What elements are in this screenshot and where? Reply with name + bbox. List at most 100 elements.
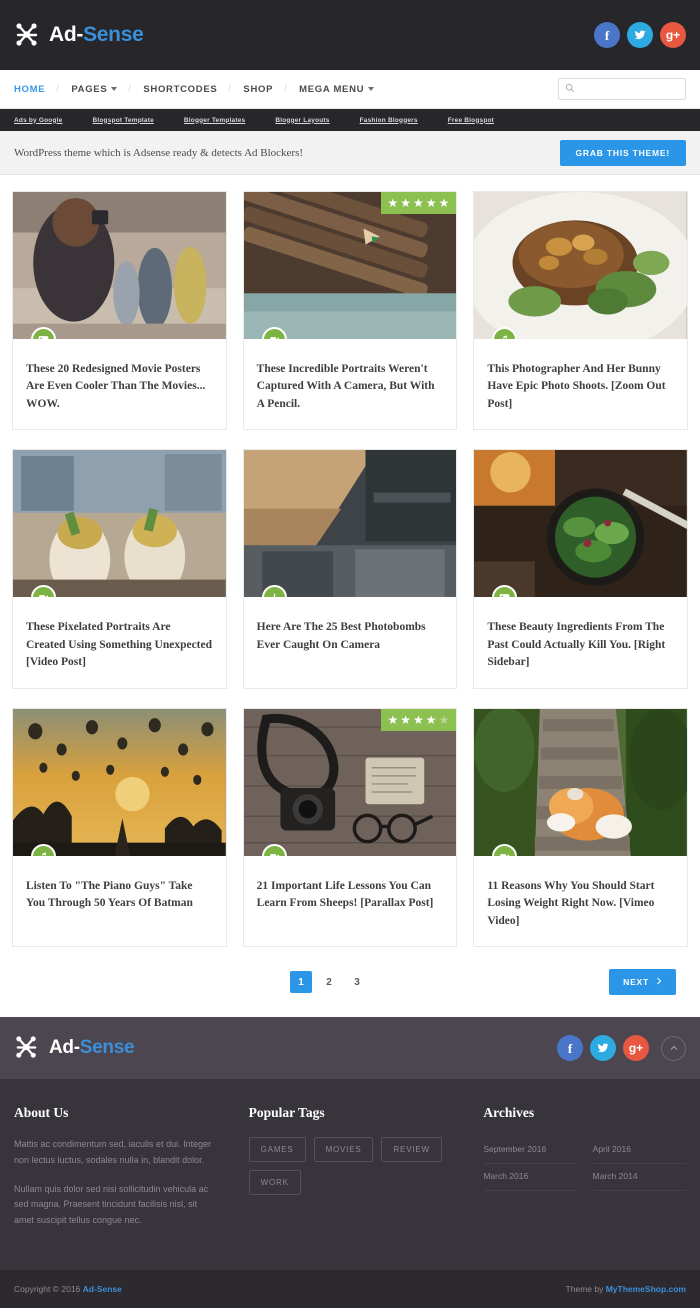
nav-item-home[interactable]: HOME bbox=[14, 84, 58, 95]
ad-link-label[interactable]: Ads by Google bbox=[14, 117, 62, 124]
post-thumbnail[interactable] bbox=[474, 450, 687, 598]
archive-item[interactable]: April 2016 bbox=[592, 1137, 686, 1165]
site-logo[interactable]: Ad-Sense bbox=[14, 22, 144, 48]
widget-popular-tags: Popular Tags GAMES MOVIES REVIEW WORK bbox=[248, 1105, 452, 1242]
nav-menu: HOME PAGES SHORTCODES SHOP MEGA MENU bbox=[14, 84, 387, 95]
footer-logo-prefix: Ad- bbox=[49, 1037, 80, 1059]
post-title[interactable]: 11 Reasons Why You Should Start Losing W… bbox=[487, 878, 674, 930]
star-icon-empty: ★ bbox=[438, 712, 450, 727]
thumbnail-image bbox=[474, 192, 687, 339]
post-card-body: These Beauty Ingredients From The Past C… bbox=[474, 597, 687, 687]
tag-list: GAMES MOVIES REVIEW WORK bbox=[248, 1137, 452, 1196]
tag-item[interactable]: GAMES bbox=[248, 1137, 306, 1163]
footer-logo-text: Ad-Sense bbox=[49, 1037, 135, 1059]
ad-link-label[interactable]: Free Blogspot bbox=[448, 117, 494, 124]
tag-item[interactable]: REVIEW bbox=[381, 1137, 442, 1163]
archive-item[interactable]: September 2016 bbox=[483, 1137, 577, 1165]
footer-social-links: f g+ bbox=[557, 1035, 686, 1062]
post-title[interactable]: Here Are The 25 Best Photobombs Ever Cau… bbox=[257, 619, 444, 654]
grab-theme-button[interactable]: GRAB THIS THEME! bbox=[559, 139, 686, 166]
ad-link-label[interactable]: Blogger Layouts bbox=[275, 117, 329, 124]
logo-text: Ad-Sense bbox=[49, 23, 144, 47]
tag-item[interactable]: WORK bbox=[248, 1170, 301, 1196]
search-icon bbox=[565, 80, 575, 98]
post-card-body: These 20 Redesigned Movie Posters Are Ev… bbox=[13, 339, 226, 429]
copyright-text: Copyright © 2016 Ad-Sense bbox=[14, 1284, 122, 1294]
post-thumbnail[interactable] bbox=[13, 450, 226, 598]
nav-item-label: PAGES bbox=[71, 83, 108, 95]
star-rating: ★ ★ ★ ★ ★ bbox=[380, 192, 457, 214]
post-card[interactable]: 11 Reasons Why You Should Start Losing W… bbox=[473, 707, 688, 948]
footer-logo[interactable]: Ad-Sense bbox=[14, 1035, 135, 1061]
twitter-icon[interactable] bbox=[590, 1035, 616, 1062]
thumbnail-image bbox=[243, 450, 457, 598]
post-title[interactable]: 21 Important Life Lessons You Can Learn … bbox=[257, 878, 444, 913]
post-title[interactable]: Listen To "The Piano Guys" Take You Thro… bbox=[26, 878, 213, 913]
search-box[interactable] bbox=[558, 78, 686, 100]
google-plus-icon[interactable]: g+ bbox=[660, 22, 686, 48]
post-thumbnail[interactable] bbox=[474, 708, 687, 856]
credit-prefix: Theme by bbox=[565, 1283, 606, 1294]
main-navigation: HOME PAGES SHORTCODES SHOP MEGA MENU bbox=[0, 70, 700, 109]
google-ads-bar: Ads by Google Blogspot Template Blogger … bbox=[0, 109, 700, 131]
post-title[interactable]: These Incredible Portraits Weren't Captu… bbox=[257, 361, 444, 413]
post-title[interactable]: These 20 Redesigned Movie Posters Are Ev… bbox=[26, 361, 213, 413]
page-number-2[interactable]: 2 bbox=[318, 971, 340, 993]
post-card[interactable]: These Pixelated Portraits Are Created Us… bbox=[12, 449, 227, 689]
post-title[interactable]: This Photographer And Her Bunny Have Epi… bbox=[487, 361, 674, 413]
thumbnail-image bbox=[13, 708, 226, 856]
facebook-icon[interactable]: f bbox=[594, 22, 620, 48]
site-header: Ad-Sense f g+ bbox=[0, 0, 700, 70]
chevron-down-icon bbox=[368, 87, 375, 91]
nav-item-shop[interactable]: SHOP bbox=[230, 84, 286, 95]
ad-link-label[interactable]: Blogspot Template bbox=[92, 117, 153, 124]
post-card[interactable]: ★ ★ ★ ★ ★ These Incredible Portraits Wer… bbox=[242, 191, 458, 431]
archive-item[interactable]: March 2014 bbox=[592, 1164, 686, 1192]
star-icon: ★ bbox=[400, 712, 412, 727]
post-card[interactable]: These Beauty Ingredients From The Past C… bbox=[473, 449, 688, 689]
copyright-brand-link[interactable]: Ad-Sense bbox=[83, 1284, 122, 1294]
nav-item-pages[interactable]: PAGES bbox=[58, 84, 130, 95]
next-page-button[interactable]: NEXT bbox=[609, 969, 676, 996]
footer-widgets: About Us Mattis ac condimentum sed, iacu… bbox=[0, 1079, 700, 1270]
post-title[interactable]: These Beauty Ingredients From The Past C… bbox=[487, 619, 674, 671]
theme-credit: Theme by MyThemeShop.com bbox=[566, 1284, 686, 1294]
archive-item[interactable]: March 2016 bbox=[483, 1164, 577, 1192]
post-thumbnail[interactable] bbox=[13, 708, 226, 856]
star-icon: ★ bbox=[425, 712, 437, 727]
tag-item[interactable]: MOVIES bbox=[313, 1137, 374, 1163]
page-number-3[interactable]: 3 bbox=[346, 971, 368, 993]
post-card[interactable]: This Photographer And Her Bunny Have Epi… bbox=[473, 191, 688, 431]
page-number-1[interactable]: 1 bbox=[290, 971, 312, 994]
thumbnail-image bbox=[243, 708, 457, 856]
nav-item-mega-menu[interactable]: MEGA MENU bbox=[286, 84, 387, 95]
ad-link-label[interactable]: Blogger Templates bbox=[184, 117, 245, 124]
nav-item-shortcodes[interactable]: SHORTCODES bbox=[130, 84, 230, 95]
twitter-icon[interactable] bbox=[627, 22, 653, 48]
post-grid: These 20 Redesigned Movie Posters Are Ev… bbox=[12, 191, 688, 948]
copyright-prefix: Copyright © 2016 bbox=[14, 1283, 83, 1294]
post-thumbnail[interactable]: ★ ★ ★ ★ ★ bbox=[243, 708, 457, 856]
header-social-links: f g+ bbox=[594, 22, 686, 48]
page-root: Ad-Sense f g+ HOME PAGES SHORTCODES SHOP bbox=[0, 0, 700, 1308]
google-plus-icon[interactable]: g+ bbox=[623, 1035, 649, 1062]
copyright-bar: Copyright © 2016 Ad-Sense Theme by MyThe… bbox=[0, 1269, 700, 1308]
thumbnail-image bbox=[243, 192, 457, 339]
post-card[interactable]: These 20 Redesigned Movie Posters Are Ev… bbox=[12, 191, 227, 431]
search-input[interactable] bbox=[580, 84, 679, 94]
post-thumbnail[interactable] bbox=[474, 192, 687, 339]
post-card-body: 11 Reasons Why You Should Start Losing W… bbox=[474, 856, 687, 946]
post-title[interactable]: These Pixelated Portraits Are Created Us… bbox=[26, 619, 213, 671]
about-paragraph-1: Mattis ac condimentum sed, iaculis et du… bbox=[14, 1139, 212, 1165]
ad-link-label[interactable]: Fashion Bloggers bbox=[360, 117, 418, 124]
theme-credit-link[interactable]: MyThemeShop.com bbox=[606, 1284, 686, 1294]
post-card-body: This Photographer And Her Bunny Have Epi… bbox=[474, 339, 687, 429]
chevron-up-icon[interactable] bbox=[661, 1035, 686, 1061]
post-thumbnail[interactable] bbox=[13, 192, 226, 339]
facebook-icon[interactable]: f bbox=[557, 1035, 583, 1062]
post-thumbnail[interactable]: ★ ★ ★ ★ ★ bbox=[243, 192, 457, 339]
post-card[interactable]: ★ ★ ★ ★ ★ 21 Important Life Lessons You … bbox=[242, 707, 458, 948]
post-card[interactable]: Listen To "The Piano Guys" Take You Thro… bbox=[12, 707, 227, 948]
post-thumbnail[interactable] bbox=[243, 450, 457, 598]
post-card[interactable]: Here Are The 25 Best Photobombs Ever Cau… bbox=[242, 449, 458, 689]
